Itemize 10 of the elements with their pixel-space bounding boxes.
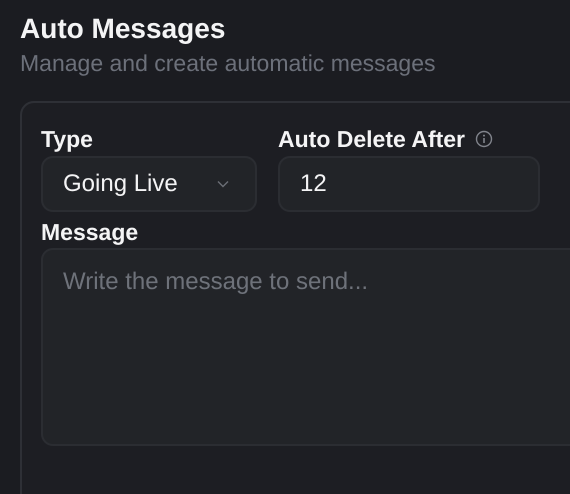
- chevron-down-icon: [217, 180, 229, 188]
- type-dropdown[interactable]: Going Live: [41, 156, 257, 212]
- page-title: Auto Messages: [20, 12, 226, 46]
- page-subtitle: Manage and create automatic messages: [20, 49, 437, 78]
- info-icon[interactable]: [475, 130, 493, 148]
- field-label: Message: [41, 218, 140, 246]
- field-label: Auto Delete After: [278, 125, 465, 153]
- message-field[interactable]: Write the message to send...: [41, 248, 570, 446]
- input-field[interactable]: 12: [278, 156, 540, 212]
- field-label: Type: [41, 125, 94, 153]
